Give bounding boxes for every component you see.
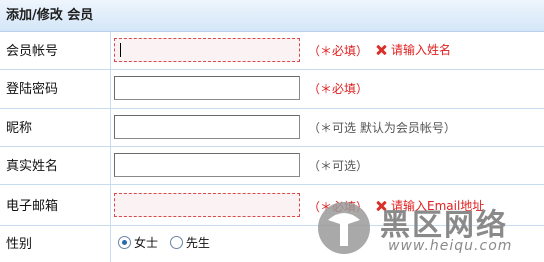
form-title: 添加/修改 会员 — [6, 8, 94, 23]
password-label: 登陆密码 — [6, 82, 59, 97]
form-row-password: 登陆密码 （＊必填） — [0, 70, 544, 109]
realname-label: 真实姓名 — [6, 159, 59, 174]
email-label: 电子邮箱 — [6, 199, 59, 214]
optional-hint: （＊可选） — [308, 159, 369, 173]
account-label: 会员帐号 — [6, 44, 59, 59]
member-form: 添加/修改 会员 会员帐号 （＊必填） 请输入姓名 登陆密码 （＊必填） 昵称 … — [0, 0, 544, 262]
form-row-nickname: 昵称 （＊可选 默认为会员帐号） — [0, 109, 544, 147]
required-hint: （＊必填） — [308, 82, 369, 96]
site-watermark: 黑区网络 www.heiqu.com — [314, 192, 544, 262]
error-x-icon — [376, 45, 386, 55]
required-hint: （＊必填） — [308, 44, 369, 58]
label-cell: 真实姓名 — [0, 147, 111, 184]
watermark-logo-icon — [318, 202, 370, 254]
nickname-label: 昵称 — [6, 121, 33, 136]
realname-input[interactable] — [114, 153, 300, 177]
form-row-account: 会员帐号 （＊必填） 请输入姓名 — [0, 32, 544, 70]
form-header: 添加/修改 会员 — [0, 0, 544, 32]
gender-option-female[interactable]: 女士 — [118, 234, 158, 251]
label-cell: 会员帐号 — [0, 32, 111, 69]
gender-label: 性别 — [6, 237, 33, 252]
password-input[interactable] — [114, 76, 300, 100]
account-error-text: 请输入姓名 — [391, 43, 452, 57]
email-input[interactable] — [114, 193, 300, 217]
radio-male[interactable] — [169, 236, 183, 249]
optional-hint: （＊可选 默认为会员帐号） — [308, 121, 456, 135]
gender-option-male-label: 先生 — [185, 236, 210, 250]
account-error: 请输入姓名 — [376, 41, 451, 58]
gender-option-female-label: 女士 — [134, 236, 159, 250]
gender-option-male[interactable]: 先生 — [169, 234, 210, 251]
label-cell: 登陆密码 — [0, 70, 111, 108]
watermark-url: www.heiqu.com — [388, 238, 513, 254]
label-cell: 昵称 — [0, 109, 111, 146]
label-cell: 电子邮箱 — [0, 185, 111, 225]
form-row-realname: 真实姓名 （＊可选） — [0, 147, 544, 185]
label-cell: 性别 — [0, 226, 111, 262]
nickname-input[interactable] — [114, 115, 300, 139]
radio-female[interactable] — [118, 236, 131, 249]
account-input[interactable] — [114, 38, 300, 62]
text-caret — [120, 43, 121, 57]
gender-radio-group: 女士 先生 — [118, 234, 218, 251]
